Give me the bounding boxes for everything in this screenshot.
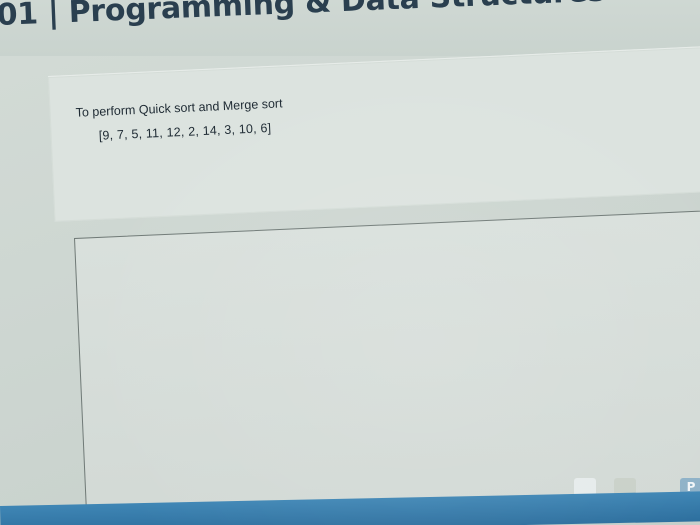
question-array: [9, 7, 5, 11, 12, 2, 14, 3, 10, 6] — [98, 120, 272, 143]
answer-textarea[interactable] — [74, 209, 700, 525]
page-header: 01 | Programming & Data Structures — [0, 0, 700, 56]
page-title: 01 | Programming & Data Structures — [0, 0, 606, 33]
question-instruction: To perform Quick sort and Merge sort — [75, 96, 283, 120]
screen: 01 | Programming & Data Structures To pe… — [0, 0, 700, 525]
question-panel: To perform Quick sort and Merge sort [9,… — [48, 45, 700, 222]
